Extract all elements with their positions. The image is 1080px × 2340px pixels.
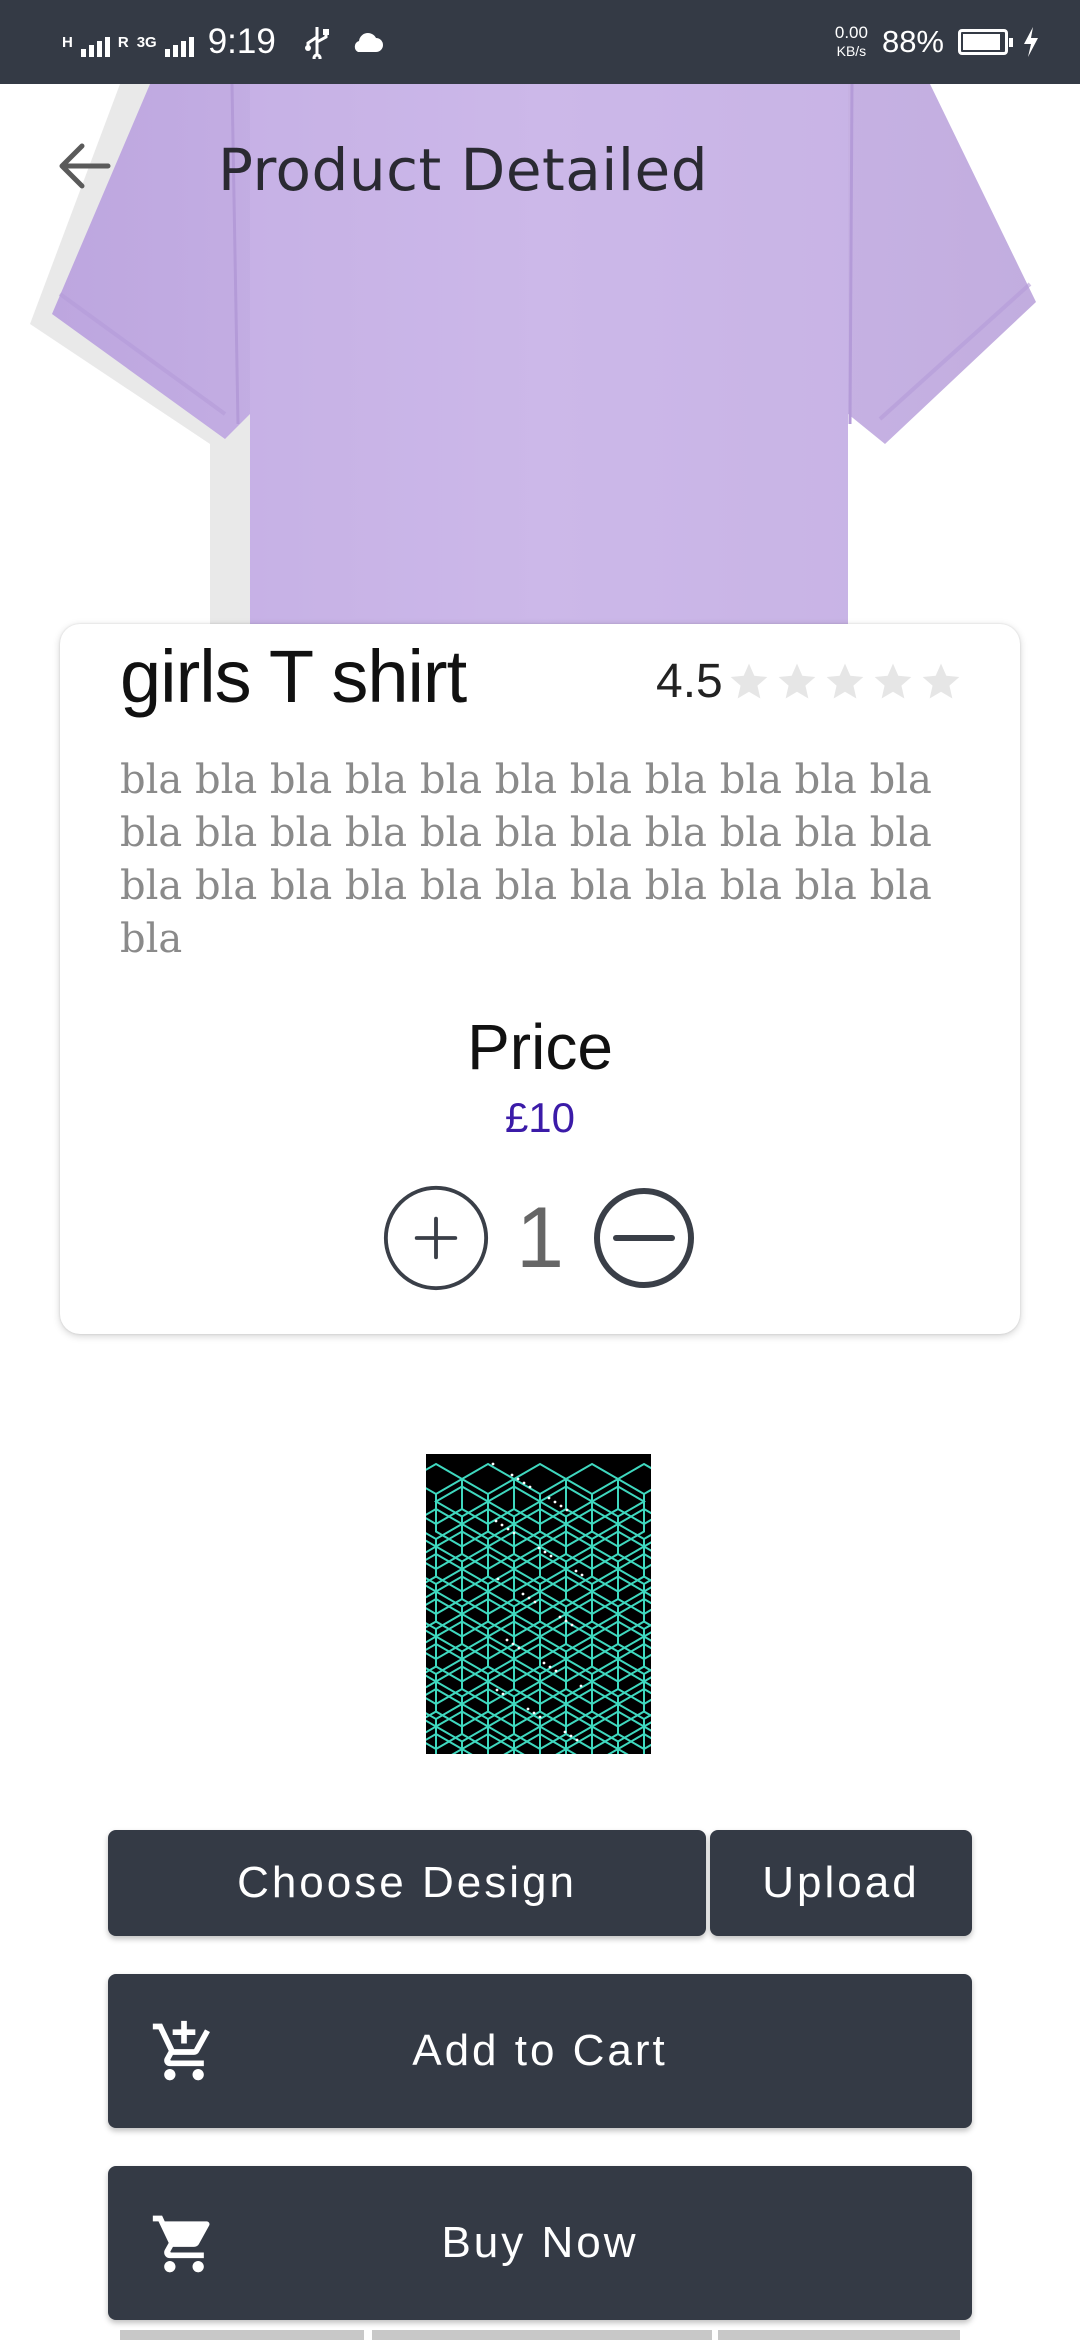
star-icon[interactable] — [871, 660, 915, 704]
star-icon[interactable] — [919, 660, 963, 704]
bottom-strip — [120, 2330, 364, 2340]
network-type-h: H — [62, 33, 73, 51]
product-description: bla bla bla bla bla bla bla bla bla bla … — [120, 757, 932, 962]
choose-design-label: Choose Design — [237, 1858, 577, 1907]
product-name: girls T shirt — [120, 635, 467, 718]
bottom-strip — [372, 2330, 712, 2340]
star-icon[interactable] — [823, 660, 867, 704]
price-label: Price — [467, 1011, 613, 1083]
decrease-quantity-button[interactable] — [590, 1184, 698, 1292]
rating-stars[interactable] — [727, 660, 963, 704]
rating-value: 4.5 — [656, 655, 723, 708]
buy-now-label: Buy Now — [441, 2218, 639, 2267]
cloud-icon — [354, 33, 383, 52]
roaming-indicator: R — [117, 33, 129, 51]
star-icon[interactable] — [727, 660, 771, 704]
isometric-cube-pattern — [426, 1462, 651, 1754]
status-right: 0.00 KB/s 88% — [835, 18, 1040, 66]
price-value: £10 — [504, 1094, 576, 1141]
upload-button[interactable]: Upload — [710, 1830, 972, 1936]
upload-label: Upload — [762, 1858, 920, 1907]
network-speed-value: 0.00 — [834, 23, 868, 42]
cart-plus-icon — [152, 2020, 210, 2081]
page-title: Product Detailed — [218, 136, 709, 204]
quantity-value: 1 — [516, 1189, 564, 1286]
battery-icon — [958, 29, 1013, 55]
quantity-stepper: 1 — [60, 1184, 1020, 1292]
battery-percentage: 88% — [881, 24, 944, 59]
back-button[interactable] — [52, 134, 116, 198]
minus-circle-icon — [594, 1188, 694, 1288]
cart-icon — [152, 2215, 210, 2273]
status-bar: H R 3G 9:19 0.00 KB/s 88% — [0, 0, 1080, 84]
product-rating: 4.5 — [656, 654, 963, 709]
star-icon[interactable] — [775, 660, 819, 704]
status-time: 9:19 — [207, 22, 276, 61]
charging-icon — [1024, 27, 1038, 57]
product-card: girls T shirt 4.5 bla bla bla bla bla bl… — [60, 624, 1020, 1334]
network-speed-unit: KB/s — [836, 43, 867, 59]
buy-now-button[interactable]: Buy Now — [108, 2166, 972, 2320]
plus-circle-icon — [383, 1185, 489, 1291]
signal-strength-icon-2 — [164, 27, 194, 57]
design-thumbnail[interactable] — [426, 1454, 651, 1754]
app-toolbar: Product Detailed — [0, 84, 1080, 254]
add-to-cart-label: Add to Cart — [412, 2026, 668, 2075]
usb-icon — [304, 27, 329, 59]
add-to-cart-button[interactable]: Add to Cart — [108, 1974, 972, 2128]
network-type-3g: 3G — [136, 33, 157, 51]
status-left: H R 3G 9:19 — [62, 18, 384, 66]
choose-design-button[interactable]: Choose Design — [108, 1830, 706, 1936]
bottom-strip — [718, 2330, 960, 2340]
increase-quantity-button[interactable] — [382, 1184, 490, 1292]
network-speed: 0.00 KB/s — [835, 24, 868, 60]
signal-strength-icon — [80, 27, 110, 57]
arrow-left-icon — [59, 143, 111, 189]
